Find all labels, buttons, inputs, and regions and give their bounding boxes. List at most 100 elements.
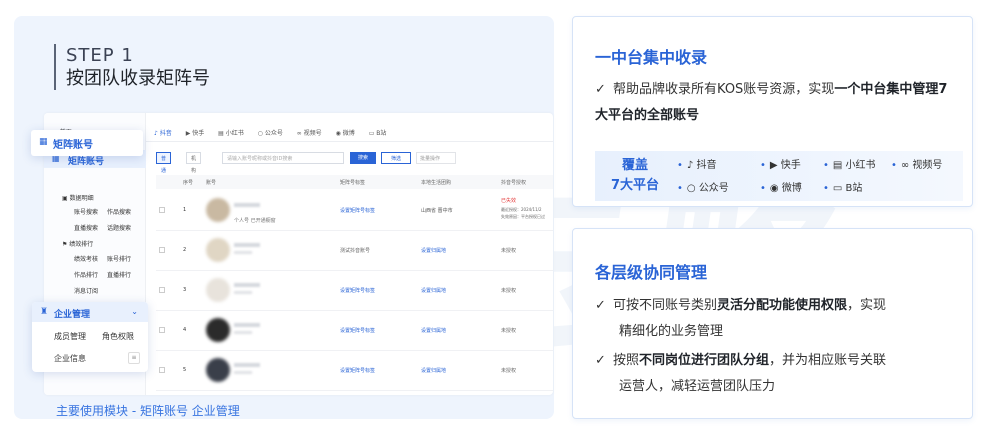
menu-item-info[interactable]: 企业信息 xyxy=(54,353,86,364)
set-location-link[interactable]: 设置归属地 xyxy=(421,287,446,294)
step-heading: 按团队收录矩阵号 xyxy=(66,68,210,89)
chevron-down-icon: ⌄ xyxy=(131,307,138,316)
col-header: 序号 xyxy=(183,180,194,186)
row-checkbox[interactable] xyxy=(159,367,165,373)
search-input[interactable]: 请输入账号昵称或抖音ID搜索 xyxy=(222,152,344,164)
sidebar-item-live-rank[interactable]: 直播排行 xyxy=(107,270,140,279)
account-name-blurred xyxy=(234,323,260,327)
sidebar-item-account-rank[interactable]: 账号排行 xyxy=(107,254,140,263)
search-button[interactable]: 搜索 xyxy=(350,152,376,164)
sidebar-row: 账号搜索 作品搜索 xyxy=(74,207,144,216)
sidebar-section-performance[interactable]: ⚑ 绩效排行 xyxy=(62,239,93,248)
card-title: 各层级协同管理 xyxy=(595,263,708,282)
coverage-label: 覆盖 7大平台 xyxy=(611,156,659,196)
text-bold: 不同岗位进行团队分组 xyxy=(639,353,770,368)
sidebar-item-assess[interactable]: 绩效考核 xyxy=(74,254,107,263)
table-row[interactable]: 2 测试抖音账号 设置归属地 未授权 xyxy=(156,231,553,271)
row-number: 3 xyxy=(183,287,187,293)
sidebar-item-account-search[interactable]: 账号搜索 xyxy=(74,207,107,216)
avatar xyxy=(206,198,230,222)
sidebar-item-live-search[interactable]: 直播搜索 xyxy=(74,223,107,232)
tab-kuaishou[interactable]: ▶ 快手 xyxy=(186,130,205,137)
matrix-tag-link[interactable]: 设置矩阵号标签 xyxy=(340,367,375,374)
account-type: 个人号 已开通橱窗 xyxy=(234,218,276,224)
feature-card-collab: 各层级协同管理 ✓ 可按不同账号类别灵活分配功能使用权限，实现 精细化的业务管理 … xyxy=(572,228,973,419)
table-row[interactable]: 3 设置矩阵号标签 设置归属地 未授权 xyxy=(156,271,553,311)
grid-icon: ▦ xyxy=(39,137,48,147)
tab-gongzhonghao[interactable]: ○ 公众号 xyxy=(258,130,283,137)
row-number: 2 xyxy=(183,247,187,253)
row-checkbox[interactable] xyxy=(159,207,165,213)
avatar xyxy=(206,278,230,302)
account-sub-blurred xyxy=(234,251,252,254)
matrix-account-highlight[interactable]: ▦ 矩阵账号 xyxy=(31,130,143,156)
module-caption: 主要使用模块 - 矩阵账号 企业管理 xyxy=(56,404,240,418)
auth-note: 最近授权：2024/11/2 xyxy=(501,207,542,212)
set-location-link[interactable]: 设置归属地 xyxy=(421,327,446,334)
table-row[interactable]: 1 个人号 已开通橱窗 设置矩阵号标签 山西省 晋中市 已失效 最近授权：202… xyxy=(156,191,553,231)
platform-tabs: ♪ 抖音 ▶ 快手 ▤ 小红书 ○ 公众号 ∞ 视频号 ◉ 微博 ▭ B站 xyxy=(154,128,398,137)
step-number: STEP 1 xyxy=(66,45,134,66)
matrix-tag-link[interactable]: 设置矩阵号标签 xyxy=(340,327,375,334)
sidebar-row: 直播搜索 话题搜索 xyxy=(74,223,144,232)
text-segment: 可按不同账号类别 xyxy=(613,298,718,313)
row-checkbox[interactable] xyxy=(159,327,165,333)
tab-shipinhao[interactable]: ∞ 视频号 xyxy=(297,130,322,137)
sidebar-performance-label: 绩效排行 xyxy=(69,241,94,248)
table-header: 序号 账号 矩阵号标签 本地生活团购 抖音号授权 xyxy=(156,175,553,189)
sidebar-section-data[interactable]: ▣ 数据明细 xyxy=(62,193,94,202)
menu-item-member[interactable]: 成员管理 xyxy=(54,331,86,342)
coverage-label-1: 覆盖 xyxy=(622,158,649,173)
enterprise-menu-header[interactable]: ♜ 企业管理 ⌄ xyxy=(32,302,148,322)
set-location-link[interactable]: 设置归属地 xyxy=(421,367,446,374)
col-header: 本地生活团购 xyxy=(421,180,452,186)
text-segment: 精细化的业务管理 xyxy=(619,324,724,339)
filter-chip-org[interactable]: 机构号 xyxy=(186,152,202,186)
row-checkbox[interactable] xyxy=(159,287,165,293)
tab-douyin[interactable]: ♪ 抖音 xyxy=(154,130,172,137)
account-name-blurred xyxy=(234,243,260,247)
auth-status: 未授权 xyxy=(501,328,517,334)
row-checkbox[interactable] xyxy=(159,247,165,253)
tab-label: 微博 xyxy=(342,130,355,137)
row-number: 1 xyxy=(183,207,187,213)
tab-label: 抖音 xyxy=(159,130,172,137)
account-name-blurred xyxy=(234,283,260,287)
menu-item-role[interactable]: 角色权限 xyxy=(102,331,134,342)
set-location-link[interactable]: 设置归属地 xyxy=(421,247,446,254)
batch-button[interactable]: 批量操作 xyxy=(416,152,456,164)
sidebar-item-works-rank[interactable]: 作品排行 xyxy=(74,270,107,279)
sidebar-item-works-search[interactable]: 作品搜索 xyxy=(107,207,140,216)
account-name-blurred xyxy=(234,363,260,367)
tab-label: 快手 xyxy=(192,130,205,137)
row-number: 4 xyxy=(183,327,187,333)
text-segment: 运营人，减轻运营团队压力 xyxy=(619,379,776,394)
platform-label: 小红书 xyxy=(845,160,876,171)
matrix-tag-link[interactable]: 设置矩阵号标签 xyxy=(340,207,375,214)
table-row[interactable]: 5 设置矩阵号标签 设置归属地 未授权 xyxy=(156,351,553,391)
sidebar-row: 绩效考核 账号排行 xyxy=(74,254,144,263)
tab-xiaohongshu[interactable]: ▤ 小红书 xyxy=(218,130,244,137)
enterprise-icon: ♜ xyxy=(40,307,49,317)
tab-weibo[interactable]: ◉ 微博 xyxy=(336,130,355,137)
platform-xiaohongshu: ▤ 小红书 xyxy=(823,156,876,171)
platform-kuaishou: ▶ 快手 xyxy=(760,156,801,171)
filter-chip-normal[interactable]: 普通号 xyxy=(156,152,172,186)
platform-label: 快手 xyxy=(780,160,801,171)
collapse-icon[interactable]: ≡ xyxy=(128,352,140,364)
filter-button[interactable]: 筛选 xyxy=(381,152,411,164)
col-header: 账号 xyxy=(206,180,217,186)
platform-bilibili: ▭ B站 xyxy=(823,179,863,194)
sidebar-item-topic-search[interactable]: 话题搜索 xyxy=(107,223,140,232)
sidebar-item-msg-sub[interactable]: 消息订阅 xyxy=(74,286,107,295)
tab-bilibili[interactable]: ▭ B站 xyxy=(369,130,387,137)
account-sub-blurred xyxy=(234,291,252,294)
step-title: STEP 1 按团队收录矩阵号 xyxy=(54,44,210,90)
location[interactable]: 山西省 晋中市 xyxy=(421,207,453,214)
sidebar-row: 消息订阅 xyxy=(74,286,144,295)
matrix-tag-link[interactable]: 测试抖音账号 xyxy=(340,247,370,254)
divider xyxy=(146,141,553,142)
matrix-tag-link[interactable]: 设置矩阵号标签 xyxy=(340,287,375,294)
table-row[interactable]: 4 设置矩阵号标签 设置归属地 未授权 xyxy=(156,311,553,351)
account-sub-blurred xyxy=(234,331,252,334)
